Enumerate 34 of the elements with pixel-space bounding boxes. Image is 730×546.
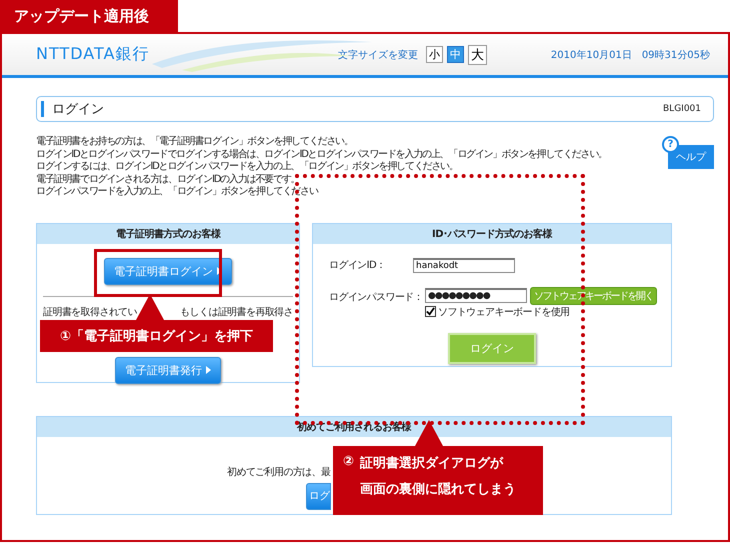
login-button[interactable]: ログイン	[448, 332, 536, 364]
bank-logo: NTTDATA銀行	[36, 44, 150, 65]
field-label: ログインパスワード：	[329, 290, 424, 304]
instruction-text: ログインIDとログインパスワードでログインする場合は、ログインIDとログインパスワードを入力の上、「ログイン」ボタンを押してください。	[36, 148, 607, 160]
callout-text: ①「電子証明書ログイン」を押下	[60, 328, 253, 345]
note-text: 証明書を取得されてい	[43, 306, 138, 318]
callout-text: 証明書選択ダイアログが	[360, 455, 504, 472]
certificate-issue-button[interactable]: 電子証明書発行	[115, 356, 221, 384]
screen-code: BLGI001	[663, 104, 701, 114]
triangle-icon	[206, 366, 211, 374]
panel-heading: 電子証明書方式のお客様	[37, 224, 299, 244]
triangle-icon	[217, 267, 222, 275]
checkbox[interactable]	[425, 306, 436, 317]
font-size-button[interactable]: 中	[446, 46, 464, 63]
callout-text: 画面の裏側に隠れてしまう	[360, 481, 516, 498]
password-field[interactable]: ●●●●●●●●●	[425, 288, 528, 303]
callout-number: ②	[343, 454, 354, 471]
panel-heading: ID･パスワード方式のお客様	[313, 224, 671, 244]
login-id-field[interactable]: hanakodt	[413, 258, 515, 272]
certificate-login-button[interactable]: 電子証明書ログイン	[104, 258, 232, 284]
instruction-text: 電子証明書をお持ちの方は、「電子証明書ログイン」ボタンを押してください。	[36, 136, 354, 148]
instruction-text: 電子証明書でログインされる方は、ログインIDの入力は不要です。	[36, 174, 300, 186]
font-size-button[interactable]: 小	[426, 46, 443, 63]
first-login-button[interactable]: ログ	[306, 482, 331, 510]
instruction-text: ログインするには、ログインIDとログインパスワードを入力の上、「ログイン」ボタンを押してください。	[36, 161, 459, 174]
annotation-label: アップデート適用後	[0, 0, 178, 32]
note-text: もしくは証明書を再取得さ	[180, 306, 293, 318]
first-time-text: 初めてご利用の方は、最	[227, 466, 330, 478]
page-title: ログイン	[52, 101, 105, 118]
font-size-button[interactable]: 大	[468, 44, 487, 64]
field-label: ログインID：	[329, 259, 386, 272]
help-icon: ?	[662, 136, 679, 153]
datetime: 2010年10月01日 09時31分05秒	[550, 48, 710, 62]
checkbox-label: ソフトウェアキーボードを使用	[438, 306, 570, 318]
